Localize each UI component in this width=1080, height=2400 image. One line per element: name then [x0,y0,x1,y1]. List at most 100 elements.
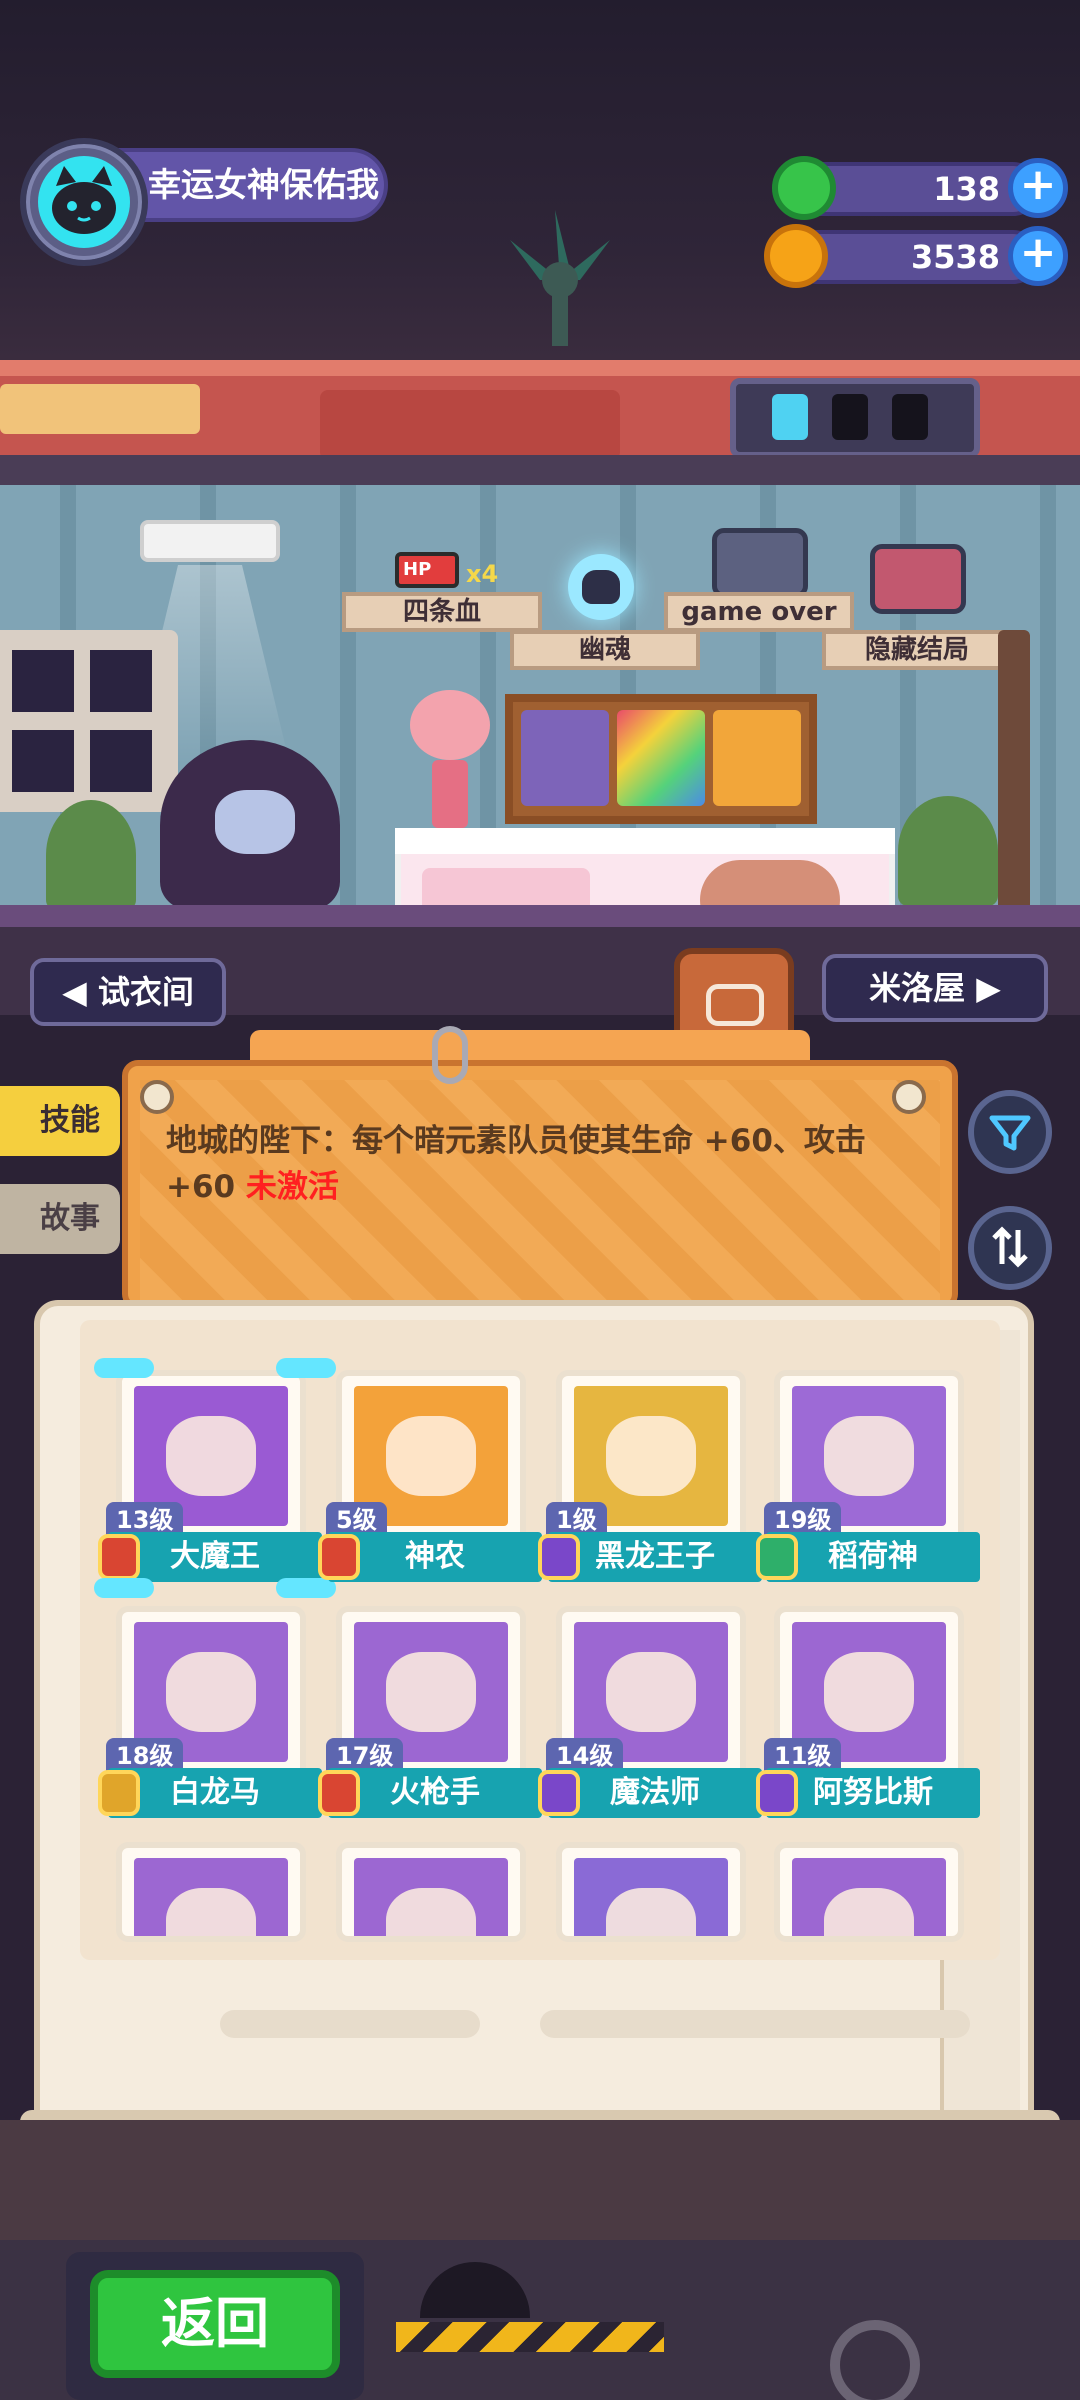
milo-house-button[interactable]: 米洛屋 ▶ [822,954,1048,1022]
back-button[interactable]: 返回 [90,2270,340,2378]
plant-icon [898,796,998,906]
ending-title: 四条血 [402,597,481,627]
character-face [824,1652,914,1732]
tv-tombstone-icon [712,528,808,598]
milo-house-label: 米洛屋 [869,969,966,1007]
character-face [386,1652,476,1732]
character-name: 魔法师 [548,1768,762,1818]
character-face [824,1888,914,1936]
tab-story[interactable]: 故事 [0,1184,120,1254]
fire-element-icon [318,1534,360,1580]
blurred-hint-text [540,2010,970,2038]
dark-element-icon [756,1770,798,1816]
character-face [386,1888,476,1936]
wind-element-icon [756,1534,798,1580]
panel-rivet [892,1080,926,1114]
ceiling-fan-icon [510,210,610,346]
character-card[interactable] [556,1842,746,1942]
character-face [166,1652,256,1732]
blurred-hint-text [220,2010,480,2038]
orange-planet-icon [764,224,828,288]
character-face [606,1888,696,1936]
gem-amount: 138 [933,170,1000,208]
window [0,630,178,812]
character-face [166,1416,256,1496]
character-face [215,790,295,854]
photo-slot [713,710,801,806]
character-card[interactable] [116,1842,306,1942]
skill-status: 未激活 [245,1169,339,1205]
funnel-icon [989,1115,1031,1151]
photo-slot [617,710,705,806]
dark-element-icon [538,1534,580,1580]
selection-corner [276,1358,336,1378]
character-name: 白龙马 [108,1768,322,1818]
hazard-stripe [396,2322,664,2352]
window-pane [90,650,152,712]
energy-cell-icon [772,394,808,440]
desk-top [395,828,895,854]
window-pane [12,730,74,792]
book-cover [0,2120,1080,2240]
fitting-room-button[interactable]: ◀ 试衣间 [30,958,226,1026]
ending-banner[interactable]: game over [664,592,854,632]
selection-corner [94,1578,154,1598]
character-name: 神农 [328,1532,542,1582]
selection-corner [276,1578,336,1598]
skill-description: 地城的陛下：每个暗元素队员使其生命 +60、攻击 +60 未激活 [166,1118,886,1210]
character-name: 黑龙王子 [548,1532,762,1582]
player-name: 幸运女神保佑我 [148,165,379,204]
dark-element-icon [538,1770,580,1816]
window-pane [90,730,152,792]
ending-banner[interactable]: 隐藏结局 [822,630,1012,670]
ending-title: game over [681,597,837,627]
selection-corner [94,1358,154,1378]
ending-banner[interactable]: 四条血 [342,592,542,632]
tab-skill-label: 技能 [40,1103,100,1138]
character-name: 大魔王 [108,1532,322,1582]
character-face [386,1416,476,1496]
character-name: 火枪手 [328,1768,542,1818]
hp-label: HP [403,559,432,580]
panel-rivet [140,1080,174,1114]
shelf-base [0,455,1080,485]
cat-avatar-icon[interactable] [38,156,130,248]
energy-cell-empty-icon [892,394,928,440]
tab-skill[interactable]: 技能 [0,1086,120,1156]
hp-battery-icon: HP [395,552,459,588]
coat-rack [998,630,1030,930]
energy-cell-empty-icon [832,394,868,440]
ending-title: 幽魂 [578,635,631,665]
character-card[interactable] [774,1842,964,1942]
ending-title: 隐藏结局 [864,635,969,665]
sort-arrows-icon [992,1226,1028,1268]
projector-icon [140,520,280,562]
green-coin-icon [772,156,836,220]
sort-button[interactable] [968,1206,1052,1290]
gear-icon [830,2320,920,2400]
character-name: 阿努比斯 [766,1768,980,1818]
ghost-skull-icon [568,554,634,620]
character-card[interactable] [336,1842,526,1942]
vase [432,760,468,828]
add-gem-button[interactable]: + [1008,158,1068,218]
tab-story-label: 故事 [40,1201,100,1236]
hp-count-badge: x4 [466,560,499,588]
flower-vase-icon [410,690,490,760]
fire-element-icon [98,1534,140,1580]
gold-amount: 3538 [910,238,1000,276]
plant-icon [46,800,136,910]
character-face [606,1652,696,1732]
ending-banner[interactable]: 幽魂 [510,630,700,670]
add-gold-button[interactable]: + [1008,226,1068,286]
wall-stripe [1040,485,1056,905]
paperclip-icon [432,1026,468,1084]
character-face [166,1888,256,1936]
shelf-console [320,390,620,460]
wall-stripe [340,485,356,905]
fitting-room-label: 试衣间 [97,973,194,1011]
light-element-icon [98,1770,140,1816]
tv-portrait-icon [870,544,966,614]
filter-button[interactable] [968,1090,1052,1174]
character-photo-frame[interactable] [505,694,817,824]
